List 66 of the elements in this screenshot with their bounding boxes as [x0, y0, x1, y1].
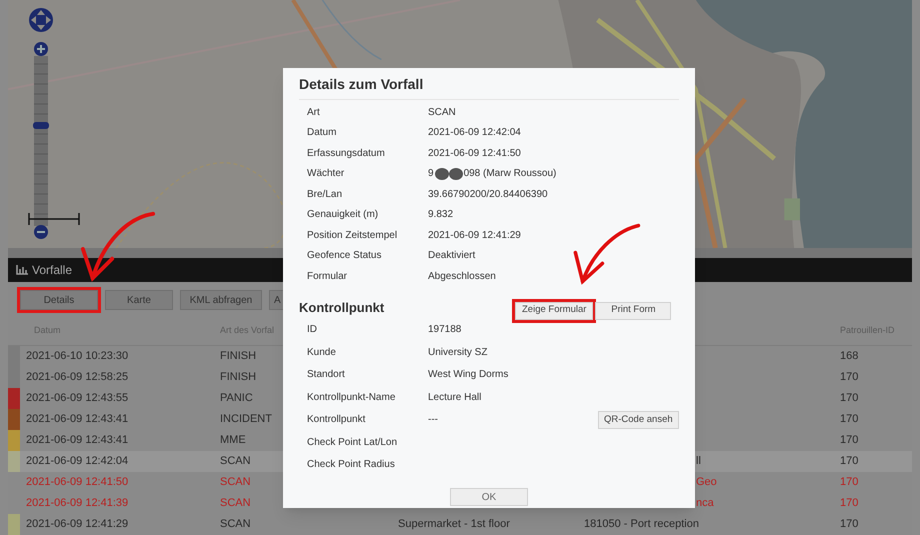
field-value: Lecture Hall [428, 390, 482, 405]
field-label: Wächter [307, 167, 346, 182]
field-value: 2021-06-09 12:41:50 [428, 146, 521, 161]
table-cell-text: 2021-06-09 12:42:04 [25, 454, 130, 470]
table-cell: SCAN [220, 455, 251, 468]
table-cell-text: 2021-06-09 12:41:39 [25, 496, 130, 512]
field-label: Check Point Lat/Lon [307, 436, 398, 450]
field-label: Formular [307, 270, 348, 284]
table-cell-text: 170 [840, 517, 858, 532]
field-value: 2021-06-09 12:42:04 [428, 126, 521, 140]
table-cell-text: 2021-06-09 12:43:41 [25, 433, 130, 448]
section-title: Kontrollpunkt [299, 298, 386, 317]
field-value: --- [428, 413, 439, 428]
field-value: 9.832 [428, 208, 454, 222]
table-cell: SCAN [220, 518, 251, 530]
table-cell-text: 2021-06-09 12:43:55 [25, 391, 130, 406]
field-label: Kontrollpunkt [307, 413, 366, 428]
table-cell-text: 2021-06-09 12:41:50 [25, 475, 130, 490]
field-value: SCAN [428, 106, 456, 120]
field-value: 9 [428, 167, 434, 182]
table-cell-text: 170 [840, 412, 858, 428]
table-cell: Geo [696, 476, 717, 488]
table-cell-text: 2021-06-10 10:23:30 [25, 349, 130, 364]
field-label: Kunde [307, 346, 337, 360]
field-value: 39.66790200/20.84406390 [428, 188, 548, 202]
table-cell: SCAN [220, 476, 251, 488]
field-label: Erfassungsdatum [307, 146, 386, 161]
field-label: Check Point Radius [307, 458, 396, 472]
field-label: Kontrollpunkt-Name [307, 390, 396, 405]
table-cell-text: 170 [840, 370, 858, 386]
table-cell-text: 168 [840, 349, 858, 364]
table-cell-text: 170 [840, 454, 858, 470]
field-value: Abgeschlossen [428, 270, 496, 284]
field-value: University SZ [428, 346, 488, 360]
field-label: Standort [307, 368, 346, 382]
table-cell: FINISH [220, 350, 256, 362]
table-cell-text: 2021-06-09 12:41:29 [25, 517, 130, 532]
field-value: 197188 [428, 323, 462, 338]
field-label: Datum [307, 126, 338, 140]
table-cell-text: 170 [840, 391, 858, 406]
table-cell-text: 170 [840, 496, 858, 512]
table-cell: MME [220, 434, 246, 446]
table-cell: PANIC [220, 392, 253, 404]
table-cell: INCIDENT [220, 413, 272, 426]
field-label: Position Zeitstempel [307, 228, 398, 243]
field-value: 098 (Marw Roussou) [464, 167, 556, 182]
field-label: Genauigkeit (m) [307, 208, 380, 222]
field-value: West Wing Dorms [428, 368, 510, 382]
field-value: Deaktiviert [428, 249, 476, 264]
field-label: Art [307, 106, 321, 120]
table-cell: FINISH [220, 371, 256, 384]
table-cell-text: 2021-06-09 12:43:41 [25, 412, 130, 428]
panel-title: Vorfalle [32, 262, 72, 279]
table-cell: nca [696, 497, 714, 510]
field-value: 2021-06-09 12:41:29 [428, 228, 521, 243]
table-cell: ll [696, 455, 701, 468]
table-cell: Supermarket - 1st floor [398, 518, 510, 530]
field-label: ID [307, 323, 318, 338]
table-cell-text: 170 [840, 475, 858, 490]
table-cell: SCAN [220, 497, 251, 510]
dialog-title: Details zum Vorfall [299, 74, 679, 100]
field-label: Geofence Status [307, 249, 382, 264]
table-cell: 181050 - Port reception [584, 518, 699, 530]
field-label: Bre/Lan [307, 188, 344, 202]
table-cell-text: 2021-06-09 12:58:25 [25, 370, 130, 386]
table-cell-text: 170 [840, 433, 858, 448]
